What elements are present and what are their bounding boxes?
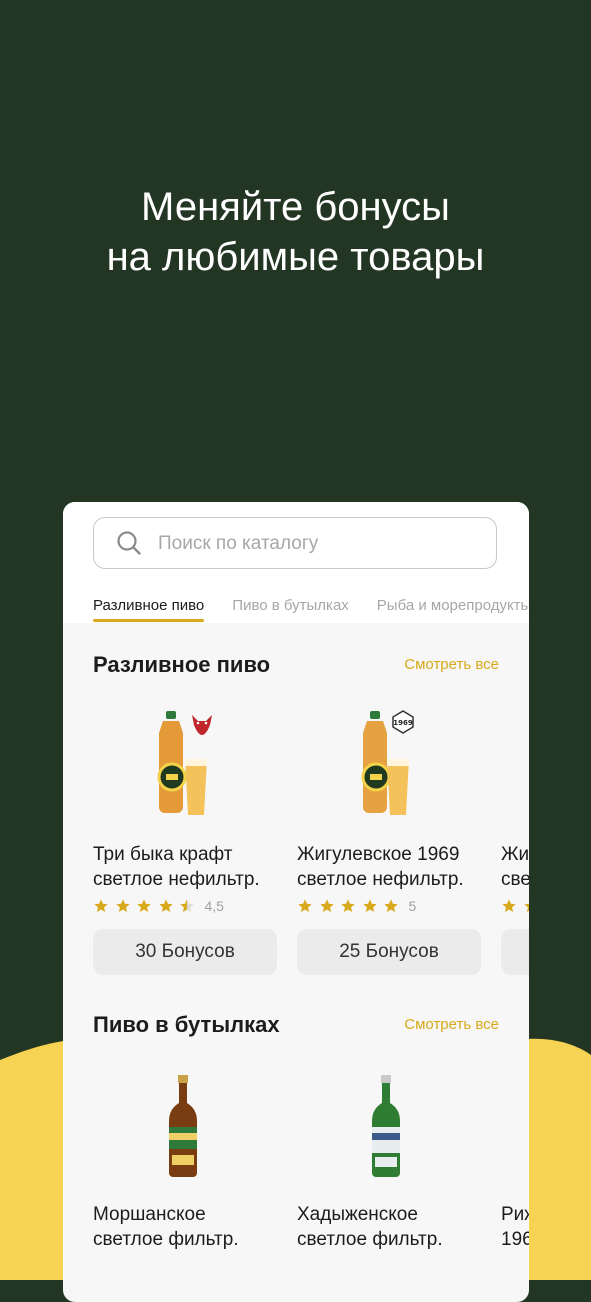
catalog-header: Разливное пиво Пиво в бутылках Рыба и море… <box>63 502 529 623</box>
half-star-icon <box>180 899 194 912</box>
tab-fish-seafood[interactable]: Рыба и морепродукты <box>377 597 529 622</box>
search-icon <box>117 531 141 555</box>
product-name-line-1: Жигулевское 1969 <box>297 844 460 865</box>
section-title: Пиво в бутылках <box>93 1012 280 1037</box>
product-name-line-2: светлое фильтр. <box>297 1229 443 1250</box>
product-name-line-2: 196 <box>501 1229 529 1250</box>
product-name: Моршанское светлое фильтр. <box>93 1202 293 1252</box>
product-name-line-2: светлое нефильтр. <box>297 869 464 890</box>
product-name: Жи све <box>501 842 529 892</box>
product-name: Три быка крафт светлое нефильтр. <box>93 842 293 892</box>
search-input[interactable] <box>156 518 480 569</box>
star-icon <box>158 899 173 912</box>
product-name-line-1: Жи <box>501 844 529 865</box>
star-icon <box>115 899 130 912</box>
product-name: Риж 196 <box>501 1202 529 1252</box>
bonus-price-button[interactable]: 30 Бонусов <box>93 929 277 975</box>
product-name-line-2: светлое фильтр. <box>93 1229 239 1250</box>
tab-bottled-beer[interactable]: Пиво в бутылках <box>232 597 349 622</box>
svg-text:1969: 1969 <box>393 719 413 727</box>
product-name-line-1: Моршанское <box>93 1204 206 1225</box>
product-name: Хадыженское светлое фильтр. <box>297 1202 497 1252</box>
headline: Меняйте бонусы на любимые товары <box>0 182 591 282</box>
tab-draft-beer[interactable]: Разливное пиво <box>93 597 205 622</box>
see-all-link[interactable]: Смотреть все <box>404 656 499 673</box>
product-image <box>157 711 212 815</box>
star-icon <box>523 902 529 912</box>
bonus-price-button[interactable]: 25 Бонусов <box>297 929 481 975</box>
catalog-preview-card: Разливное пиво Пиво в бутылках Рыба и море… <box>63 502 529 1302</box>
star-icon <box>298 899 312 912</box>
bonus-price-button[interactable] <box>501 929 529 975</box>
star-icon <box>502 899 516 912</box>
product-image <box>169 1075 197 1177</box>
product-name: Жигулевское 1969 светлое нефильтр. <box>297 842 497 892</box>
star-icon <box>384 899 398 912</box>
star-icon <box>94 899 108 912</box>
star-icon <box>137 899 151 912</box>
product-image <box>372 1075 400 1177</box>
product-row-draft-beer: Три быка крафт светлое нефильтр. 4,5 30 … <box>93 707 529 1007</box>
headline-line-1: Меняйте бонусы <box>141 185 450 229</box>
product-image: 1969 <box>361 710 414 815</box>
rating-value: 4,5 <box>204 897 224 914</box>
product-name-line-2: све <box>501 869 529 890</box>
section-header-bottled-beer: Пиво в бутылках Смотреть все <box>93 1012 499 1042</box>
search-bar[interactable] <box>93 517 497 569</box>
category-tabs: Разливное пиво Пиво в бутылках Рыба и море… <box>93 597 529 622</box>
product-name-line-1: Хадыженское <box>297 1204 418 1225</box>
product-rating <box>501 897 529 915</box>
star-icon <box>341 899 355 912</box>
product-row-bottled-beer: Моршанское светлое фильтр. Хадыженское с… <box>93 1067 529 1302</box>
section-header-draft-beer: Разливное пиво Смотреть все <box>93 652 499 682</box>
star-icon <box>319 899 334 912</box>
product-rating: 4,5 <box>93 897 224 915</box>
product-name-line-1: Три быка крафт <box>93 844 233 865</box>
headline-line-2: на любимые товары <box>106 235 485 279</box>
see-all-link[interactable]: Смотреть все <box>404 1016 499 1033</box>
star-icon <box>362 899 377 912</box>
rating-value: 5 <box>408 897 417 914</box>
section-title: Разливное пиво <box>93 652 271 677</box>
product-name-line-1: Риж <box>501 1204 529 1225</box>
product-rating: 5 <box>297 897 416 915</box>
product-name-line-2: светлое нефильтр. <box>93 869 260 890</box>
